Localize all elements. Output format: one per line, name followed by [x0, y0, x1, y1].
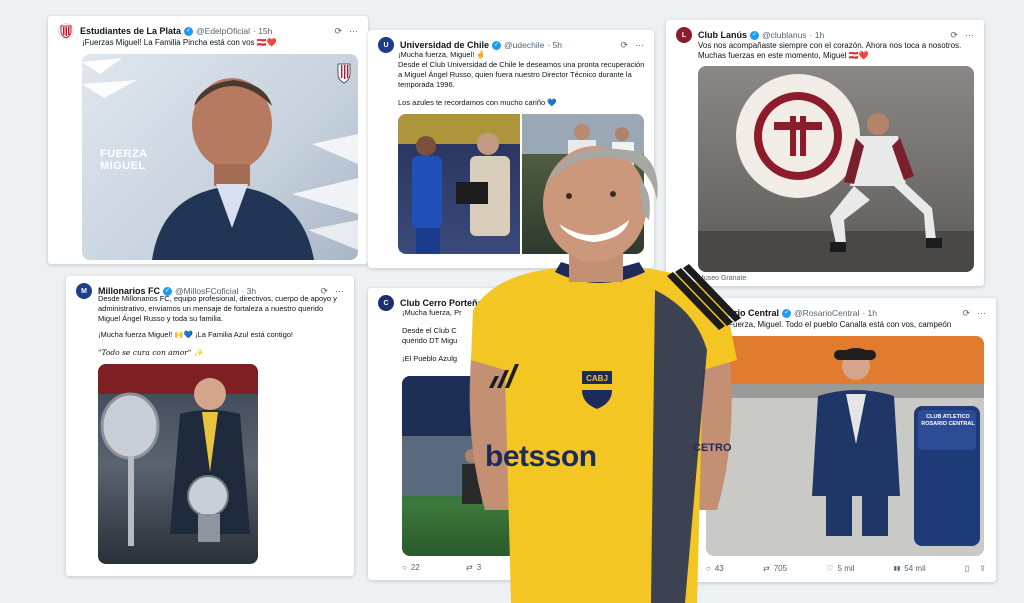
reply-icon: ○ [402, 563, 407, 572]
player-illustration [469, 146, 741, 603]
grok-icon[interactable]: ⟳ [962, 308, 970, 319]
millonarios-logo: M [76, 283, 92, 299]
like-count: 5 mil [837, 563, 855, 573]
tweet-text-line-3: querido DT Migu [402, 336, 458, 345]
like-icon: ♡ [826, 563, 834, 573]
bench-wall-text: CLUB ATLETICO ROSARIO CENTRAL [921, 414, 975, 427]
tweet-text-line-2: Desde el Club Universidad de Chile le de… [398, 60, 645, 89]
lanus-logo: L [676, 27, 692, 43]
reply-count: 22 [410, 563, 420, 572]
tweet-header: Estudiantes de La Plata ✓ @EdelpOficial … [58, 23, 358, 39]
more-options-icon[interactable]: ··· [965, 30, 974, 41]
tweet-time[interactable]: · 1h [862, 308, 877, 318]
tweet-header: L Club Lanús ✓ @clublanus · 1h ⟳ ··· [676, 27, 974, 43]
tweet-image[interactable] [98, 364, 258, 564]
views-button[interactable]: ▮▮ 54 mil [894, 562, 926, 574]
tweet-image[interactable]: CLUB ATLETICO ROSARIO CENTRAL [706, 336, 984, 556]
tweet-text-line-2: Desde el Club C [402, 326, 457, 335]
reply-button[interactable]: ○ 22 [402, 563, 420, 572]
tweet-card-estudiantes[interactable]: Estudiantes de La Plata ✓ @EdelpOficial … [48, 16, 368, 264]
account-handle[interactable]: @clublanus [762, 30, 807, 40]
grok-icon[interactable]: ⟳ [334, 26, 342, 37]
account-handle[interactable]: @RosarioCentral [794, 308, 859, 318]
account-name[interactable]: Estudiantes de La Plata [80, 26, 181, 36]
verified-badge-icon: ✓ [782, 308, 792, 318]
tweet-time[interactable]: · 1h [810, 30, 825, 40]
trophy-photo [98, 364, 258, 546]
verified-badge-icon: ✓ [184, 26, 194, 36]
tweet-text-line-1: Desde Millonarios FC, equipo profesional… [98, 294, 337, 323]
bookmark-share-group: ▯ ⇪ [965, 562, 986, 574]
cerro-logo: C [378, 295, 394, 311]
tweet-text-line-1: ¡Mucha fuerza, Miguel! 🤞 [398, 50, 486, 59]
tweet-text-line-3: Los azules te recordamos con mucho cariñ… [398, 98, 557, 107]
tweet-time[interactable]: · 15h [253, 26, 272, 36]
tweet-text-line-2: ¡Mucha fuerza Miguel! 🙌💙 ¡La Familia Azu… [98, 330, 294, 339]
tweet-image[interactable]: FUERZA MIGUEL [82, 54, 358, 260]
player-cutout: CABJ betsson CETRO [455, 140, 745, 603]
grok-icon[interactable]: ⟳ [620, 40, 628, 51]
like-button[interactable]: ♡ 5 mil [826, 562, 854, 574]
estudiantes-logo [58, 23, 74, 39]
retweet-button[interactable]: ⇄ 705 [763, 562, 787, 574]
grok-icon[interactable]: ⟳ [950, 30, 958, 41]
more-options-icon[interactable]: ··· [977, 308, 986, 319]
fuerza-miguel-overlay: FUERZA MIGUEL [100, 148, 148, 172]
tweet-card-millonarios[interactable]: M Millonarios FC ✓ @MillosFCoficial · 3h… [66, 276, 354, 576]
account-handle[interactable]: @udechile [504, 40, 544, 50]
udechile-logo: U [378, 37, 394, 53]
account-name[interactable]: Universidad de Chile [400, 40, 489, 50]
crest-text: CABJ [586, 374, 608, 383]
account-name[interactable]: Club Lanús [698, 30, 747, 40]
tweet-text: Vos nos acompañaste siempre con el coraz… [698, 41, 962, 60]
verified-badge-icon: ✓ [750, 30, 759, 40]
sleeve-text: CETRO [693, 442, 732, 454]
tweet-text-line-4: ¡El Pueblo Azulg [402, 354, 458, 363]
share-icon[interactable]: ⇪ [979, 564, 986, 573]
tweet-actions: ○ 43 ⇄ 705 ♡ 5 mil ▮▮ 54 mil ▯ ⇪ [706, 562, 986, 574]
retweet-count: 705 [773, 563, 788, 573]
views-icon: ▮▮ [893, 565, 901, 572]
tweet-text: ¡Fuerzas Miguel! La Familia Pincha está … [82, 38, 277, 47]
tweet-time[interactable]: · 5h [547, 40, 562, 50]
more-options-icon[interactable]: ··· [349, 26, 358, 37]
bookmark-icon[interactable]: ▯ [965, 564, 969, 573]
retweet-icon: ⇄ [763, 563, 770, 573]
sponsor-text: betsson [485, 440, 597, 473]
stadium-bench-photo [706, 336, 984, 556]
tweet-text-line-1: ¡Mucha fuerza, Pr [402, 308, 462, 317]
account-handle[interactable]: @EdelpOficial [196, 26, 250, 36]
views-count: 54 mil [904, 563, 926, 573]
more-options-icon[interactable]: ··· [635, 40, 644, 51]
tweet-text-line-3: "Todo se cura con amor" ✨ [98, 348, 204, 357]
verified-badge-icon: ✓ [492, 40, 502, 50]
